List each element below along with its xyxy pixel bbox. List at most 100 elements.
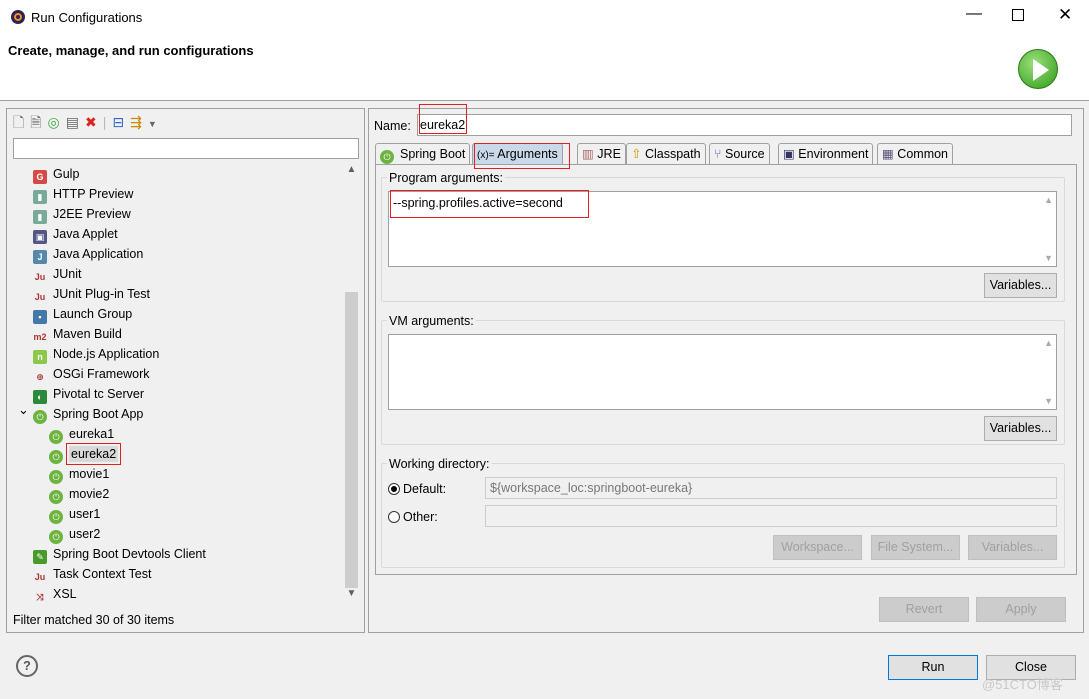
tree-item-label: eureka2 [65,443,122,465]
tab-spring-boot[interactable]: ⏻ Spring Boot [375,143,471,164]
tree-item[interactable]: ▣ Java Applet [7,224,343,244]
minimize-button[interactable]: — [966,5,982,23]
program-variables-button[interactable]: Variables... [984,273,1057,298]
tree-item[interactable]: ▪ Launch Group [7,304,343,324]
workspace-button[interactable]: Workspace... [773,535,862,560]
file-system-button[interactable]: File System... [871,535,960,560]
vm-args-textarea[interactable]: ▲ ▼ [388,334,1057,410]
junit-plugin-icon: Ju [34,292,46,302]
tree-item-label: J2EE Preview [53,207,131,221]
tree-item-label: Java Application [53,247,144,261]
tree-item[interactable]: ⏻ user2 [7,524,343,544]
spring-boot-icon: ⏻ [49,510,63,524]
name-input[interactable] [417,114,1072,136]
eclipse-icon [11,10,25,24]
default-directory-field: ${workspace_loc:springboot-eureka} [485,477,1057,499]
spring-boot-icon: ⏻ [49,430,63,444]
revert-button[interactable]: Revert [879,597,969,622]
config-tree: G Gulp ▮ HTTP Preview ▮ J2EE Preview ▣ Java App… [7,164,343,608]
toolbar: 🗋🗎◎▤✖|⊟⇶▼ [13,114,163,130]
tree-scrollbar[interactable]: ▲ ▼ [343,164,360,608]
launch-group-icon: ▪ [33,310,47,324]
maven-icon: m2 [33,332,47,342]
tree-item-label: movie2 [69,487,110,501]
tree-item-label: eureka1 [69,427,115,441]
workdir-variables-button[interactable]: Variables... [968,535,1057,560]
spring-boot-icon: ⏻ [33,410,47,424]
tree-item[interactable]: Ju Task Context Test [7,564,343,584]
tree-item-label: JUnit Plug-in Test [53,287,151,301]
other-radio[interactable]: Other: [388,510,438,524]
default-radio[interactable]: Default: [388,482,446,496]
tree-item[interactable]: Ju JUnit [7,264,343,284]
filter-input[interactable] [13,138,359,159]
tree-item[interactable]: Ju JUnit Plug-in Test [7,284,343,304]
run-button[interactable]: Run [888,655,978,680]
tree-item-label: Task Context Test [53,567,152,581]
tree-item-label: JUnit [53,267,82,281]
tree-item-label: OSGi Framework [53,367,150,381]
tree-item-label: user2 [69,527,101,541]
xsl-icon: ⤨ [36,592,44,602]
tree-item-label: Node.js Application [53,347,160,361]
watermark: @51CTO博客 [982,677,1063,692]
java-applet-icon: ▣ [33,230,47,244]
tab-common[interactable]: ▦ Common [877,143,954,164]
tab-environment[interactable]: ▣ Environment [778,143,874,164]
other-directory-field [485,505,1057,527]
tree-item[interactable]: n Node.js Application [7,344,343,364]
http-preview-icon: ▮ [33,190,47,204]
tree-item[interactable]: ⊕ OSGi Framework [7,364,343,384]
tree-item[interactable]: ⌄ ⏻ Spring Boot App [7,402,343,424]
delete-icon[interactable]: ✖ [85,114,103,130]
maximize-button[interactable] [1012,9,1024,21]
name-label: Name: [374,119,411,133]
help-icon[interactable]: ? [16,655,38,677]
tree-item-label: Launch Group [53,307,133,321]
tree-item[interactable]: ⏻ eureka1 [7,424,343,444]
duplicate-icon[interactable]: ◎ [48,114,66,130]
tree-item-label: Gulp [53,167,80,181]
pivotal-icon: ◐ [33,390,47,404]
highlight-box [419,104,467,134]
spring-boot-icon: ⏻ [49,490,63,504]
spring-boot-icon: ⏻ [49,450,63,464]
apply-button[interactable]: Apply [976,597,1066,622]
tree-item[interactable]: ✎ Spring Boot Devtools Client [7,544,343,564]
new-prototype-icon[interactable]: 🗎 [30,114,47,130]
close-window-button[interactable]: ✕ [1058,5,1072,25]
tree-item[interactable]: G Gulp [7,164,343,184]
gulp-icon: G [33,170,47,184]
tree-item-label: Maven Build [53,327,122,341]
tree-item[interactable]: ◐ Pivotal tc Server [7,384,343,404]
tree-item-label: Pivotal tc Server [53,387,145,401]
chevron-down-icon[interactable]: ▼ [148,119,163,129]
working-directory-label: Working directory: [387,457,492,471]
tree-item[interactable]: ⏻ movie1 [7,464,343,484]
program-args-label: Program arguments: [387,171,505,185]
tree-item[interactable]: ⤨ XSL [7,584,343,604]
scrollbar-thumb[interactable] [345,292,358,588]
java-application-icon: J [33,250,47,264]
header-text: Create, manage, and run configurations [8,43,254,58]
tab-source[interactable]: ⑂ Source [709,143,770,164]
tree-item-label: XSL [53,587,77,601]
tree-item[interactable]: ▮ HTTP Preview [7,184,343,204]
tree-item[interactable]: ▮ J2EE Preview [7,204,343,224]
chevron-down-icon[interactable]: ⌄ [18,400,29,420]
filter-icon[interactable]: ⇶ [130,114,148,130]
tree-item-label: movie1 [69,467,110,481]
export-icon[interactable]: ▤ [66,114,85,130]
tab-jre[interactable]: ▥ JRE [577,143,626,164]
new-config-icon[interactable]: 🗋 [13,114,30,130]
tab-classpath[interactable]: ⇧ Classpath [626,143,706,164]
tree-item[interactable]: ⏻ movie2 [7,484,343,504]
vm-variables-button[interactable]: Variables... [984,416,1057,441]
nodejs-icon: n [33,350,47,364]
collapse-all-icon[interactable]: ⊟ [112,114,130,130]
highlight-box [474,143,570,169]
tree-item[interactable]: ⏻ user1 [7,504,343,524]
tree-item[interactable]: m2 Maven Build [7,324,343,344]
tree-item[interactable]: ⏻ eureka2 [7,443,343,465]
tree-item[interactable]: J Java Application [7,244,343,264]
